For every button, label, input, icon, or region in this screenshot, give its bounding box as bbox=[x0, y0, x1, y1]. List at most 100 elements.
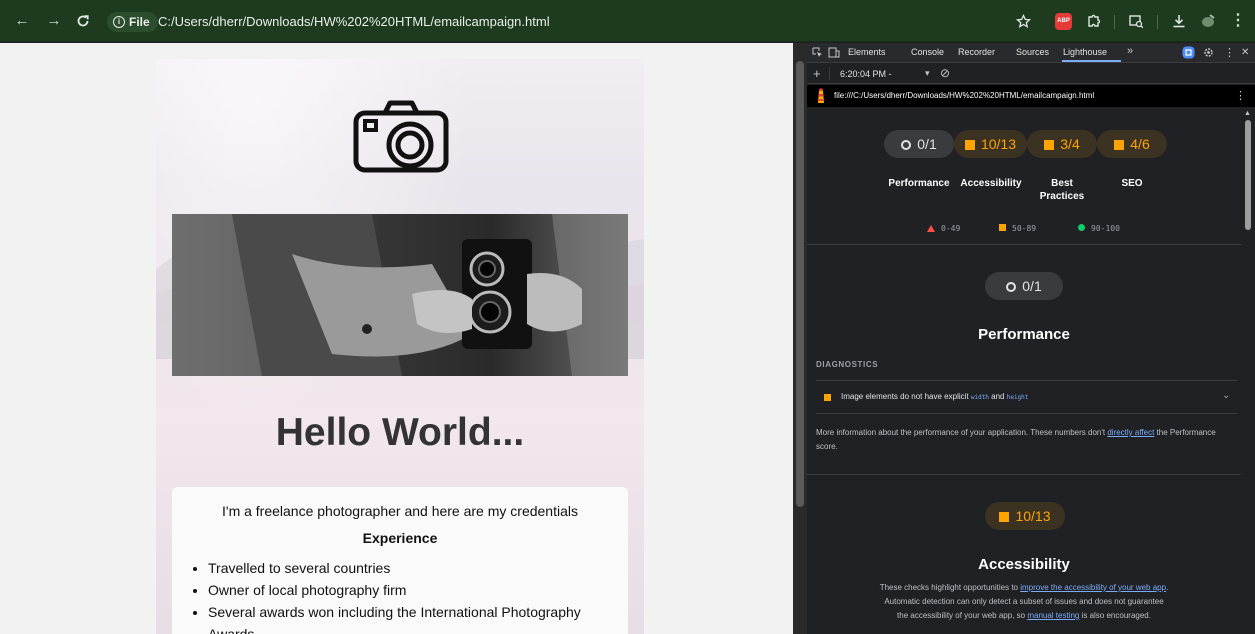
score-value: 0/1 bbox=[1022, 278, 1042, 294]
ai-assistance-icon[interactable] bbox=[1182, 46, 1195, 59]
directly-affect-link[interactable]: directly affect bbox=[1107, 428, 1154, 437]
divider bbox=[807, 244, 1241, 245]
address-bar[interactable]: i File C:/Users/dherr/Downloads/HW%202%2… bbox=[104, 9, 1000, 35]
close-devtools-icon[interactable]: ✕ bbox=[1241, 47, 1249, 58]
kebab-menu-icon: ⋮ bbox=[1230, 12, 1246, 29]
manual-testing-link[interactable]: manual testing bbox=[1027, 611, 1079, 620]
photographer-hero-image bbox=[172, 214, 628, 376]
extensions-puzzle-icon[interactable] bbox=[1086, 13, 1102, 29]
average-square-icon bbox=[999, 224, 1006, 231]
inspect-element-icon[interactable] bbox=[812, 47, 823, 58]
lighthouse-report: 0/1 10/13 3/4 4/6 Performance Accessibil… bbox=[807, 108, 1241, 634]
tab-sources[interactable]: Sources bbox=[1016, 47, 1049, 57]
legend-range: 0-49 bbox=[941, 224, 961, 233]
toolbar-separator bbox=[1157, 15, 1158, 29]
clear-reports-icon[interactable]: ⊘ bbox=[940, 66, 950, 80]
scrollbar-thumb[interactable] bbox=[1245, 120, 1251, 230]
category-label-performance[interactable]: Performance bbox=[883, 177, 955, 190]
download-icon[interactable] bbox=[1171, 13, 1187, 29]
score-pill-performance[interactable]: 0/1 bbox=[884, 130, 954, 158]
legend-range: 50-89 bbox=[1012, 224, 1037, 233]
audit-text: Image elements do not have explicit bbox=[841, 392, 971, 401]
tab-lighthouse[interactable]: Lighthouse bbox=[1063, 47, 1107, 57]
lighthouse-logo-icon bbox=[817, 88, 825, 103]
device-toolbar-icon[interactable] bbox=[828, 47, 840, 58]
page-viewport: Hello World... I'm a freelance photograp… bbox=[0, 43, 793, 634]
score-value: 4/6 bbox=[1130, 136, 1150, 152]
tab-console[interactable]: Console bbox=[911, 47, 944, 57]
chevron-down-icon[interactable]: ⌄ bbox=[1222, 390, 1230, 401]
lighthouse-report-header: file:///C:/Users/dherr/Downloads/HW%202%… bbox=[807, 85, 1255, 107]
desc-text: is also encouraged. bbox=[1079, 611, 1151, 620]
tab-search-icon[interactable] bbox=[1128, 13, 1144, 29]
audit-unsized-images[interactable]: Image elements do not have explicit widt… bbox=[816, 380, 1237, 414]
chevron-down-icon[interactable]: ▾ bbox=[925, 68, 930, 79]
info-text: More information about the performance o… bbox=[816, 428, 1108, 437]
category-label-best-practices[interactable]: Best Practices bbox=[1026, 177, 1098, 203]
score-pill-best-practices[interactable]: 3/4 bbox=[1027, 130, 1097, 158]
url-text[interactable]: C:/Users/dherr/Downloads/HW%202%20HTML/e… bbox=[158, 14, 550, 29]
average-score-icon bbox=[1044, 140, 1055, 150]
pass-circle-icon bbox=[1078, 224, 1085, 231]
devtools-scrollbar[interactable]: ▲ bbox=[1241, 108, 1255, 634]
accessibility-score-badge: 10/13 bbox=[985, 502, 1065, 530]
settings-gear-icon[interactable] bbox=[1203, 47, 1214, 58]
arrow-right-icon: → bbox=[46, 12, 62, 29]
browser-toolbar: ← → i File C:/Users/dherr/Downloads/HW%2… bbox=[0, 0, 1255, 42]
experience-heading: Experience bbox=[362, 530, 438, 546]
category-label-accessibility[interactable]: Accessibility bbox=[955, 177, 1027, 190]
audit-text: and bbox=[988, 392, 1007, 401]
label-line: Best bbox=[1051, 178, 1073, 189]
score-pill-seo[interactable]: 4/6 bbox=[1097, 130, 1167, 158]
tab-elements[interactable]: Elements bbox=[848, 47, 886, 57]
camera-icon bbox=[353, 100, 449, 173]
scroll-up-icon[interactable]: ▲ bbox=[1244, 110, 1251, 117]
reload-icon bbox=[77, 15, 89, 27]
scrollbar-thumb[interactable] bbox=[796, 61, 804, 507]
forward-button[interactable]: → bbox=[44, 11, 64, 31]
list-item: Several awards won including the Interna… bbox=[208, 601, 608, 634]
new-report-button[interactable]: + bbox=[813, 66, 821, 81]
arrow-left-icon: ← bbox=[14, 12, 30, 29]
report-menu-icon[interactable]: ⋮ bbox=[1235, 89, 1246, 102]
report-selector[interactable]: 6:20:04 PM - bbox=[840, 69, 892, 79]
audit-code: width bbox=[970, 394, 989, 401]
back-button[interactable]: ← bbox=[12, 11, 32, 31]
lighthouse-toolbar: + 6:20:04 PM - ▾ ⊘ bbox=[807, 64, 1255, 84]
legend-range: 90-100 bbox=[1091, 224, 1120, 233]
list-item: Owner of local photography firm bbox=[208, 579, 608, 601]
info-icon: i bbox=[113, 16, 125, 28]
improve-accessibility-link[interactable]: improve the accessibility of your web ap… bbox=[1020, 583, 1166, 592]
report-url[interactable]: file:///C:/Users/dherr/Downloads/HW%202%… bbox=[834, 91, 1094, 100]
score-pill-accessibility[interactable]: 10/13 bbox=[954, 130, 1027, 158]
reload-button[interactable] bbox=[73, 11, 93, 31]
devtools-panel: Elements Console Recorder Sources Lighth… bbox=[807, 43, 1255, 634]
star-icon[interactable] bbox=[1016, 14, 1031, 29]
legend-fail: 0-49 bbox=[927, 224, 960, 233]
score-value: 10/13 bbox=[980, 136, 1017, 152]
average-score-icon bbox=[964, 140, 975, 150]
site-info-chip[interactable]: i File bbox=[107, 12, 158, 32]
accessibility-description: These checks highlight opportunities to … bbox=[879, 581, 1169, 623]
email-headline: Hello World... bbox=[275, 411, 525, 454]
score-value: 3/4 bbox=[1060, 136, 1080, 152]
more-tabs-icon[interactable]: » bbox=[1127, 45, 1133, 57]
page-scrollbar[interactable] bbox=[793, 43, 807, 634]
toolbar-separator bbox=[829, 67, 830, 80]
tab-recorder[interactable]: Recorder bbox=[958, 47, 995, 57]
list-item: Travelled to several countries bbox=[208, 557, 608, 579]
email-campaign: Hello World... I'm a freelance photograp… bbox=[156, 59, 644, 634]
performance-title: Performance bbox=[978, 326, 1070, 343]
devtools-tab-bar: Elements Console Recorder Sources Lighth… bbox=[807, 43, 1255, 63]
browser-menu-button[interactable]: ⋮ bbox=[1228, 11, 1248, 31]
profile-extension-icon[interactable] bbox=[1199, 12, 1217, 30]
neutral-score-icon bbox=[901, 140, 912, 150]
devtools-menu-icon[interactable]: ⋮ bbox=[1224, 46, 1235, 59]
diagnostics-heading: DIAGNOSTICS bbox=[816, 360, 879, 369]
intro-text: I'm a freelance photographer and here ar… bbox=[222, 503, 578, 519]
adblock-extension-button[interactable]: ABP bbox=[1055, 13, 1072, 30]
site-chip-label: File bbox=[129, 15, 150, 29]
label-line: Practices bbox=[1039, 191, 1085, 202]
score-value: 10/13 bbox=[1015, 508, 1051, 524]
category-label-seo[interactable]: SEO bbox=[1097, 177, 1167, 190]
